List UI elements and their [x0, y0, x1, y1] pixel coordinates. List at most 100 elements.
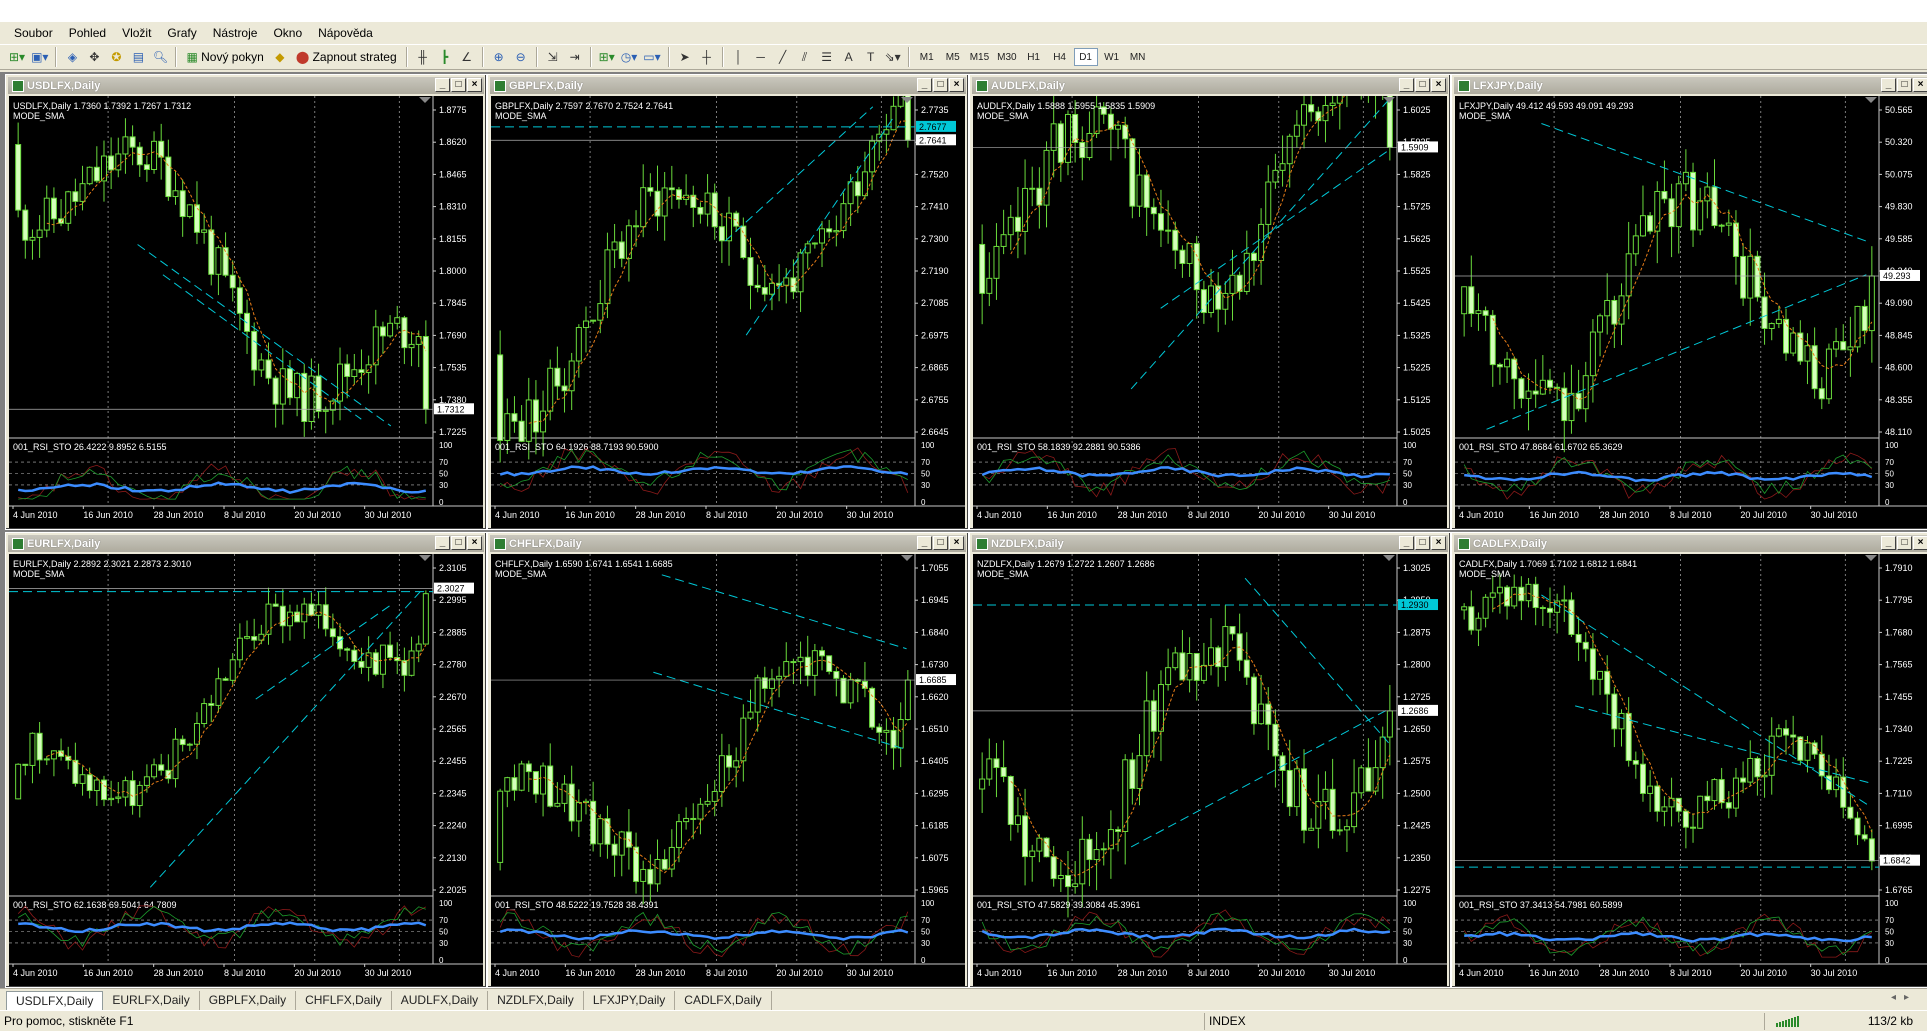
close-button[interactable]: ×	[1913, 78, 1927, 92]
text-label-icon[interactable]: T	[861, 47, 881, 67]
tab-chflfx[interactable]: CHFLFX,Daily	[296, 991, 392, 1010]
chart-window-titlebar[interactable]: USDLFX,Daily _ □ ×	[8, 77, 484, 94]
tab-eurlfx[interactable]: EURLFX,Daily	[103, 991, 200, 1010]
tab-audlfx[interactable]: AUDLFX,Daily	[391, 991, 489, 1010]
indicators-icon[interactable]: ⊞▾	[597, 47, 617, 67]
tab-nzdlfx[interactable]: NZDLFX,Daily	[488, 991, 584, 1010]
bar-chart-icon[interactable]: ╫	[413, 47, 433, 67]
tab-usdlfx[interactable]: USDLFX,Daily	[6, 991, 104, 1010]
timeframe-button-active[interactable]: D1	[1073, 48, 1098, 66]
data-window-icon[interactable]: ✪	[106, 47, 126, 67]
strategy-tester-icon[interactable]: 🔍︎	[150, 47, 170, 67]
autotrading-button[interactable]: ⬤ Zapnout strateg	[292, 47, 401, 67]
chart-window-titlebar[interactable]: GBPLFX,Daily _ □ ×	[490, 77, 966, 94]
zoom-in-icon[interactable]: ⊕	[489, 47, 509, 67]
timeframe-button[interactable]: M5	[941, 48, 965, 66]
chart-canvas[interactable]: 1.30251.29501.28751.28001.27251.26501.25…	[973, 554, 1447, 986]
minimize-button[interactable]: _	[1881, 536, 1896, 550]
tab-cadlfx[interactable]: CADLFX,Daily	[675, 991, 772, 1010]
new-order-button[interactable]: ▦ Nový pokyn	[182, 47, 267, 67]
maximize-button[interactable]: □	[451, 78, 466, 92]
menu-tools[interactable]: Nástroje	[205, 24, 266, 42]
trendline-icon[interactable]: ╱	[773, 47, 793, 67]
close-button[interactable]: ×	[949, 536, 964, 550]
close-button[interactable]: ×	[467, 78, 482, 92]
close-button[interactable]: ×	[1431, 536, 1446, 550]
menu-file[interactable]: Soubor	[6, 24, 61, 42]
chart-window-gbplfx[interactable]: GBPLFX,Daily_□× 2.77352.76302.75202.74102…	[487, 74, 969, 530]
menu-window[interactable]: Okno	[265, 24, 310, 42]
close-button[interactable]: ×	[467, 536, 482, 550]
menu-insert[interactable]: Vložit	[114, 24, 159, 42]
maximize-button[interactable]: □	[1415, 536, 1430, 550]
minimize-button[interactable]: _	[435, 78, 450, 92]
chart-canvas[interactable]: 1.7055 1.6945 1.6840 1.6730 1.6620 1.6510 1.64…	[491, 554, 965, 986]
chart-canvas[interactable]: 1.60251.59251.58251.57251.56251.55251.54…	[973, 96, 1447, 528]
timeframe-button[interactable]: H1	[1022, 48, 1046, 66]
chart-window-titlebar[interactable]: EURLFX,Daily _ □ ×	[8, 535, 484, 552]
line-chart-icon[interactable]: ∠	[457, 47, 477, 67]
chart-shift-icon[interactable]: ⇥	[565, 47, 585, 67]
fibonacci-icon[interactable]: ☰	[817, 47, 837, 67]
chart-window-titlebar[interactable]: NZDLFX,Daily _ □ ×	[972, 535, 1448, 552]
chart-window-eurlfx[interactable]: EURLFX,Daily _ □ × 2.3105 2.2995 2.2885 2.2780 2…	[5, 532, 487, 988]
chart-window-nzdlfx[interactable]: NZDLFX,Daily_□× 1.30251.29501.28751.28001…	[969, 532, 1451, 988]
maximize-button[interactable]: □	[933, 78, 948, 92]
auto-scroll-icon[interactable]: ⇲	[543, 47, 563, 67]
chart-window-titlebar[interactable]: LFXJPY,Daily _ □ ×	[1454, 77, 1927, 94]
timeframe-button[interactable]: M30	[994, 48, 1019, 66]
chart-canvas[interactable]: 1.8775 1.8620 1.8465 1.8310 1.8155 1.8000 1.78…	[9, 96, 483, 528]
tab-lfxjpy[interactable]: LFXJPY,Daily	[583, 991, 676, 1010]
chart-window-titlebar[interactable]: CADLFX,Daily _ □ ×	[1454, 535, 1927, 552]
text-icon[interactable]: A	[839, 47, 859, 67]
maximize-button[interactable]: □	[1897, 536, 1912, 550]
horizontal-line-icon[interactable]: ─	[751, 47, 771, 67]
arrows-icon[interactable]: ⇘▾	[883, 47, 903, 67]
minimize-button[interactable]: _	[1881, 78, 1896, 92]
timeframe-button[interactable]: M15	[967, 48, 992, 66]
timeframe-button[interactable]: W1	[1100, 48, 1124, 66]
menu-help[interactable]: Nápověda	[310, 24, 381, 42]
chart-window-usdlfx[interactable]: USDLFX,Daily _ □ × 1.8775 1.8620 1.8465 1.8310 1…	[5, 74, 487, 530]
crosshair-icon[interactable]: ┼	[697, 47, 717, 67]
chart-window-cadlfx[interactable]: CADLFX,Daily _ □ × 1.7910 1.7795 1.7680 1.7565 1…	[1451, 532, 1927, 988]
maximize-button[interactable]: □	[1897, 78, 1912, 92]
tab-gbplfx[interactable]: GBPLFX,Daily	[199, 991, 297, 1010]
chart-canvas[interactable]: 2.77352.76302.75202.74102.73002.71902.70…	[491, 96, 965, 528]
terminal-icon[interactable]: ▤	[128, 47, 148, 67]
chart-window-titlebar[interactable]: AUDLFX,Daily _ □ ×	[972, 77, 1448, 94]
close-button[interactable]: ×	[1913, 536, 1927, 550]
chart-window-chflfx[interactable]: CHFLFX,Daily _ □ × 1.7055 1.6945 1.6840 1.6730 1…	[487, 532, 969, 988]
minimize-button[interactable]: _	[917, 536, 932, 550]
minimize-button[interactable]: _	[1399, 536, 1414, 550]
timeframe-button[interactable]: MN	[1126, 48, 1150, 66]
market-watch-icon[interactable]: ◈	[62, 47, 82, 67]
periods-icon[interactable]: ◷▾	[619, 47, 640, 67]
candlestick-icon[interactable]: ┣	[435, 47, 455, 67]
maximize-button[interactable]: □	[451, 536, 466, 550]
chart-window-titlebar[interactable]: CHFLFX,Daily _ □ ×	[490, 535, 966, 552]
templates-icon[interactable]: ▭▾	[641, 47, 662, 67]
chart-canvas[interactable]: 2.3105 2.2995 2.2885 2.2780 2.2670 2.2565 2.24…	[9, 554, 483, 986]
minimize-button[interactable]: _	[1399, 78, 1414, 92]
tab-scroll-arrows-icon[interactable]: ◂▸	[1891, 992, 1917, 1003]
chart-canvas[interactable]: 1.7910 1.7795 1.7680 1.7565 1.7455 1.7340 1.72…	[1455, 554, 1927, 986]
profiles-icon[interactable]: ▣▾	[29, 47, 50, 67]
menu-charts[interactable]: Grafy	[159, 24, 204, 42]
metaeditor-icon[interactable]: ◆	[270, 47, 290, 67]
minimize-button[interactable]: _	[917, 78, 932, 92]
timeframe-button[interactable]: H4	[1048, 48, 1072, 66]
chart-window-lfxjpy[interactable]: LFXJPY,Daily _ □ × 50.565 50.320 50.075 49.830 4…	[1451, 74, 1927, 530]
navigator-icon[interactable]: ✥	[84, 47, 104, 67]
channel-icon[interactable]: ⫽	[795, 47, 815, 67]
close-button[interactable]: ×	[1431, 78, 1446, 92]
minimize-button[interactable]: _	[435, 536, 450, 550]
maximize-button[interactable]: □	[933, 536, 948, 550]
chart-window-audlfx[interactable]: AUDLFX,Daily_□× 1.60251.59251.58251.57251…	[969, 74, 1451, 530]
maximize-button[interactable]: □	[1415, 78, 1430, 92]
vertical-line-icon[interactable]: │	[729, 47, 749, 67]
new-chart-icon[interactable]: ⊞▾	[7, 47, 27, 67]
zoom-out-icon[interactable]: ⊖	[511, 47, 531, 67]
chart-canvas[interactable]: 50.56550.32050.07549.83049.58549.34049.0…	[1455, 96, 1927, 528]
cursor-icon[interactable]: ➤	[675, 47, 695, 67]
